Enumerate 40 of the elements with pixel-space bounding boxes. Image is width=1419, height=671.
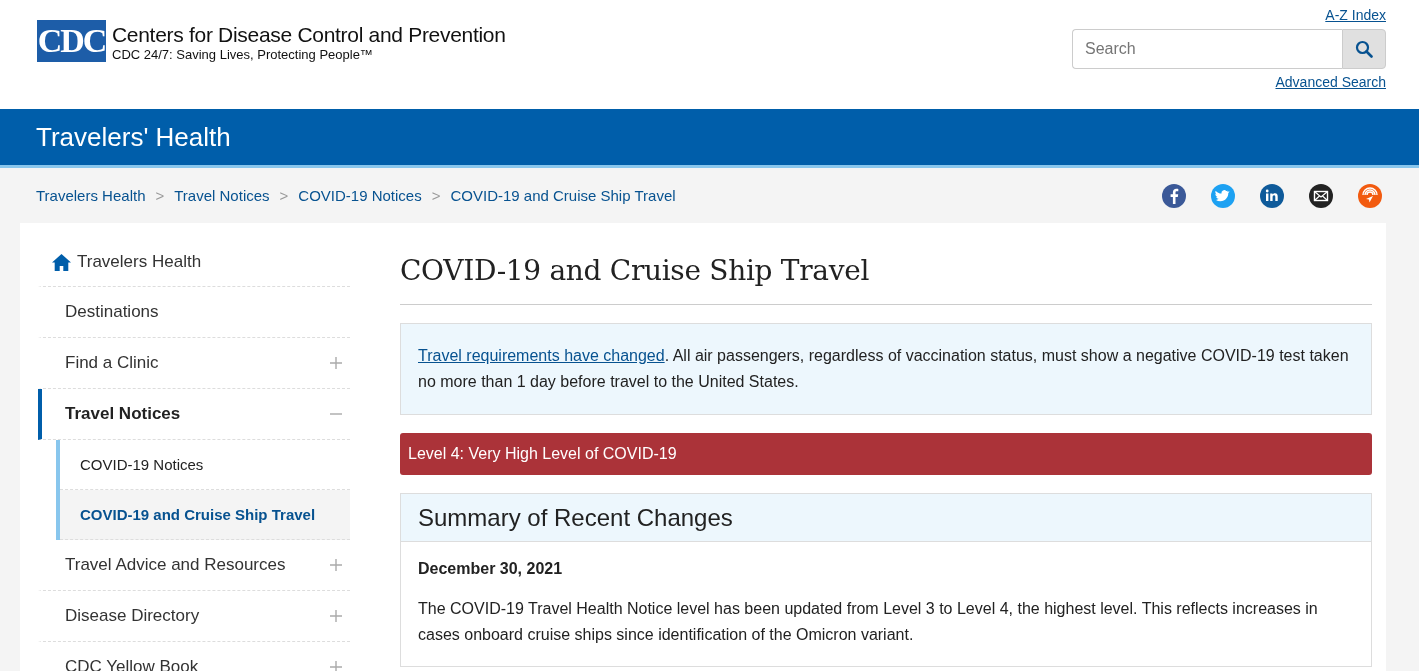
search-button[interactable] [1342,29,1386,69]
update-text: The COVID-19 Travel Health Notice level has been updated from Level 3 to Level 4, the highest level. This reflects increases in cases onboard cruise ships since identification of the Omicron variant. [418,599,1319,645]
home-icon [52,253,71,271]
breadcrumb-link[interactable]: Travel Notices [174,187,270,204]
plus-icon[interactable] [330,357,342,369]
alert-message: Travel requirements have changed. All air passengers, regardless of vaccination status, must show a negative COVID-19 test taken no more than 1 day before travel to the United States. [400,323,1372,415]
section-title: Travelers' Health [36,121,232,154]
search-field[interactable]: Search [1072,29,1342,69]
plus-icon[interactable] [330,559,342,571]
update-date: December 30, 2021 [418,560,564,578]
search-icon [1355,40,1373,58]
facebook-icon[interactable] [1162,183,1186,208]
page-title: COVID-19 and Cruise Ship Travel [400,257,1372,305]
breadcrumb-link[interactable]: COVID-19 Notices [298,187,422,204]
sidebar-item[interactable]: Travel Advice and Resources [38,540,350,591]
tagline: CDC 24/7: Saving Lives, Protecting People™ [112,48,374,61]
plus-icon[interactable] [330,610,342,622]
sidebar-item[interactable]: Find a Clinic [38,338,350,389]
level-banner: Level 4: Very High Level of COVID-19 [400,433,1372,475]
requirements-link[interactable]: Travel requirements have changed [418,347,665,364]
sidebar-item[interactable]: Travel Notices [38,389,350,440]
broadcast-icon[interactable] [1358,183,1382,208]
breadcrumb-separator: > [279,187,289,204]
linkedin-icon[interactable] [1260,183,1284,208]
card-heading: Summary of Recent Changes [401,494,1371,542]
home-link[interactable]: Travelers Health [38,238,350,287]
sidebar-subitem[interactable]: COVID-19 and Cruise Ship Travel [60,490,350,540]
envelope-icon[interactable] [1309,183,1333,208]
breadcrumb-link[interactable]: Travelers Health [36,187,146,204]
cdc-logo[interactable]: CDC [37,20,106,62]
plus-icon[interactable] [330,661,342,671]
breadcrumb-link[interactable]: COVID-19 and Cruise Ship Travel [450,187,676,204]
az-index-link[interactable]: A-Z Index [1325,7,1386,23]
sidebar-item[interactable]: Disease Directory [38,591,350,642]
sidebar-item[interactable]: Destinations [38,287,350,338]
breadcrumb-separator: > [431,187,441,204]
advanced-search-link[interactable]: Advanced Search [1275,74,1386,90]
organization-name: Centers for Disease Control and Prevention [112,24,506,45]
bird-icon[interactable] [1211,183,1235,208]
breadcrumb-separator: > [155,187,165,204]
